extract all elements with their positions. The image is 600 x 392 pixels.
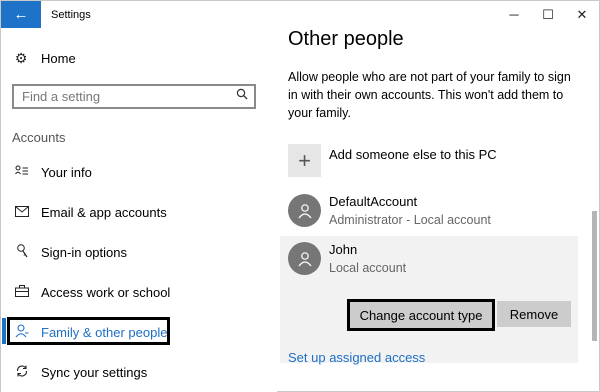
maximize-button[interactable]: ☐ <box>531 1 565 28</box>
scrollbar-thumb[interactable] <box>592 211 597 341</box>
change-account-type-button[interactable]: Change account type <box>347 299 495 331</box>
back-arrow-icon: ← <box>13 6 29 23</box>
sidebar-item-sign-in[interactable]: Sign-in options <box>1 237 277 267</box>
gear-icon: ⚙ <box>14 50 28 66</box>
sidebar-item-label: Access work or school <box>41 284 171 300</box>
account-name: DefaultAccount <box>329 194 418 209</box>
search-input[interactable]: Find a setting <box>12 84 256 109</box>
sidebar: ⚙ Home Find a setting Accounts Your info… <box>1 28 277 392</box>
account-john[interactable]: John Local account <box>288 242 406 276</box>
main-content: Other people Allow people who are not pa… <box>277 28 599 392</box>
title-bar: ← Settings ─ ☐ ✕ <box>1 1 599 28</box>
plus-icon: + <box>288 144 321 177</box>
assigned-access-link[interactable]: Set up assigned access <box>288 350 425 365</box>
window-title: Settings <box>51 8 91 21</box>
highlight-box <box>7 317 170 345</box>
add-someone-button[interactable]: + Add someone else to this PC <box>288 144 497 177</box>
sidebar-item-your-info[interactable]: Your info <box>1 157 277 187</box>
person-card-icon <box>12 165 32 180</box>
settings-window: ← Settings ─ ☐ ✕ ⚙ Home Find a setting A… <box>0 0 600 392</box>
sync-icon <box>12 364 32 381</box>
briefcase-icon <box>12 284 32 300</box>
sidebar-item-sync[interactable]: Sync your settings <box>1 357 277 387</box>
remove-button[interactable]: Remove <box>497 301 571 327</box>
page-title: Other people <box>288 28 404 50</box>
page-description: Allow people who are not part of your fa… <box>288 70 571 120</box>
account-name: John <box>329 242 358 257</box>
sidebar-item-email[interactable]: Email & app accounts <box>1 197 277 227</box>
minimize-button[interactable]: ─ <box>497 1 531 28</box>
sidebar-item-label: Email & app accounts <box>41 204 167 220</box>
user-avatar-icon <box>288 194 321 227</box>
sidebar-item-label: Sign-in options <box>41 244 127 260</box>
key-icon <box>12 243 32 261</box>
sidebar-item-label: Home <box>41 51 76 66</box>
minimize-icon: ─ <box>509 7 519 22</box>
user-avatar-icon <box>288 242 321 275</box>
search-icon <box>236 88 248 103</box>
close-button[interactable]: ✕ <box>565 1 599 28</box>
close-icon: ✕ <box>576 6 588 22</box>
maximize-icon: ☐ <box>542 6 554 22</box>
sidebar-item-label: Your info <box>41 164 92 180</box>
account-type: Administrator - Local account <box>329 213 491 227</box>
mail-icon <box>12 205 32 220</box>
section-heading: Accounts <box>12 130 66 145</box>
add-someone-label: Add someone else to this PC <box>329 147 497 162</box>
sidebar-item-label: Sync your settings <box>41 364 148 380</box>
search-placeholder: Find a setting <box>22 89 101 104</box>
account-type: Local account <box>329 261 407 275</box>
back-button[interactable]: ← <box>1 1 41 28</box>
sidebar-item-work-school[interactable]: Access work or school <box>1 277 277 307</box>
account-default[interactable]: DefaultAccount Administrator - Local acc… <box>288 194 491 228</box>
sidebar-item-home[interactable]: ⚙ Home <box>13 50 76 67</box>
scrollbar[interactable] <box>590 28 598 392</box>
